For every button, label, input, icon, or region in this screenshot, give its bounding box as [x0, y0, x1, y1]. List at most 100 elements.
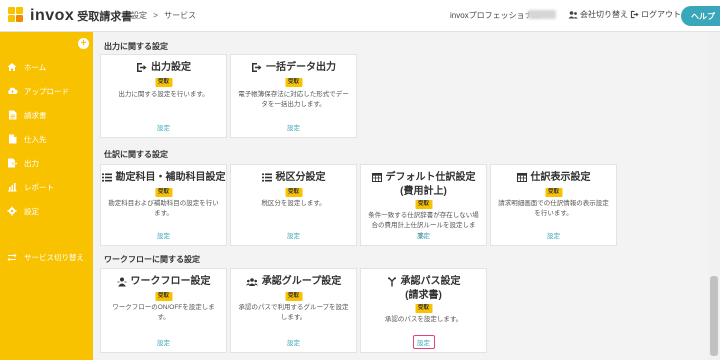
sidebar-item-label: 設定 [24, 206, 39, 216]
settings-link[interactable]: 設定 [231, 337, 356, 347]
card-title-text: 仕訳表示設定 [530, 172, 591, 183]
card-title: 税区分設定 [231, 171, 356, 184]
receive-badge: 受取 [414, 304, 433, 313]
sidebar-item-service-switch[interactable]: サービス切り替え [0, 248, 93, 266]
receive-badge: 受取 [284, 78, 303, 87]
card-title: 承認グループ設定 [231, 275, 356, 288]
card-title-text: 税区分設定 [275, 172, 326, 183]
export-icon [137, 63, 147, 72]
sidebar-item-suppliers[interactable]: 仕入先 [0, 130, 93, 148]
logout-icon [630, 10, 639, 19]
settings-link[interactable]: 設定 [101, 337, 226, 347]
sidebar-item-output[interactable]: 出力 [0, 154, 93, 172]
output-icon [6, 157, 18, 169]
sidebar-item-label: 請求書 [24, 110, 47, 120]
card-title-text: デフォルト仕訳設定 [385, 172, 476, 183]
receive-badge: 受取 [154, 188, 173, 197]
receive-badge: 受取 [544, 188, 563, 197]
card-title-text: 出力設定 [151, 62, 191, 73]
card-default-journal-settings: デフォルト仕訳設定 (費用計上) 受取 条件一致する仕訳辞書が存在しない場合の費… [360, 164, 487, 246]
gear-icon [6, 205, 18, 217]
section-title-journal: 仕訳に関する設定 [104, 150, 168, 159]
logout-label: ログアウト [641, 10, 681, 19]
supplier-icon [6, 133, 18, 145]
sidebar-item-settings[interactable]: 設定 [0, 202, 93, 220]
sidebar-item-invoices[interactable]: 請求書 [0, 106, 93, 124]
sidebar-item-label: 仕入先 [24, 134, 47, 144]
card-title-line2: (費用計上) [400, 186, 447, 197]
card-output-settings: 出力設定 受取 出力に関する設定を行います。 設定 [100, 54, 227, 138]
sidebar-item-reports[interactable]: レポート [0, 178, 93, 196]
settings-link[interactable]: 設定 [231, 122, 356, 132]
sidebar-item-home[interactable]: ホーム [0, 58, 93, 76]
card-approval-path-settings: 承認パス設定 (請求書) 受取 承認のパスを設定します。 設定 [360, 268, 487, 353]
receive-badge: 受取 [284, 188, 303, 197]
sidebar-item-label: 出力 [24, 158, 39, 168]
card-title-line2: (請求書) [405, 290, 442, 301]
switch-icon [6, 251, 18, 263]
sidebar: + ホーム アップロード 請求書 仕入先 出力 レポート 設定 サービス切り替え [0, 32, 93, 360]
card-description: 請求明細画面での仕訳情報の表示設定を行います。 [498, 200, 609, 217]
settings-link[interactable]: 設定 [101, 230, 226, 240]
sidebar-item-label: レポート [24, 182, 54, 192]
settings-link[interactable]: 設定 [491, 230, 616, 240]
sidebar-item-label: サービス切り替え [24, 252, 84, 262]
logo-mark-icon [8, 7, 26, 25]
card-title: 一括データ出力 [231, 61, 356, 74]
card-description: ワークフローのON/OFFを設定します。 [112, 304, 215, 321]
workflow-icon [117, 277, 126, 286]
card-title-text: 一括データ出力 [266, 62, 336, 73]
card-title-text: 勘定科目・補助科目設定 [115, 172, 226, 183]
receive-badge: 受取 [154, 78, 173, 87]
card-journal-display-settings: 仕訳表示設定 受取 請求明細画面での仕訳情報の表示設定を行います。 設定 [490, 164, 617, 246]
card-account-settings: 勘定科目・補助科目設定 受取 勘定科目および補助科目の設定を行います。 設定 [100, 164, 227, 246]
app-logo[interactable]: invox 受取請求書 [8, 6, 132, 26]
breadcrumb-settings[interactable]: 設定 [131, 11, 147, 20]
card-title: 勘定科目・補助科目設定 [101, 171, 226, 184]
main-content: 出力に関する設定 出力設定 受取 出力に関する設定を行います。 設定 一括データ… [93, 32, 720, 360]
cloud-upload-icon [6, 85, 18, 97]
logout-link[interactable]: ログアウト [630, 9, 681, 20]
settings-link-highlighted[interactable]: 設定 [412, 335, 435, 349]
sidebar-item-label: アップロード [24, 86, 69, 96]
card-title: ワークフロー設定 [101, 275, 226, 288]
users-icon [245, 277, 258, 286]
card-description: 出力に関する設定を行います。 [118, 91, 209, 98]
breadcrumb-service: サービス [164, 11, 197, 20]
sidebar-collapse-button[interactable]: + [78, 38, 89, 49]
settings-link[interactable]: 設定 [361, 230, 486, 240]
card-description: 税区分を設定します。 [261, 200, 326, 207]
export-icon [252, 63, 262, 72]
switch-company-link[interactable]: 会社切り替え [568, 9, 628, 20]
card-description: 電子帳簿保存法に対応した形式でデータを一括出力します。 [238, 91, 349, 108]
section-title-output: 出力に関する設定 [104, 42, 168, 51]
card-description: 勘定科目および補助科目の設定を行います。 [108, 200, 219, 217]
card-approval-group-settings: 承認グループ設定 受取 承認のパスで利用するグループを設定します。 設定 [230, 268, 357, 353]
document-icon [6, 109, 18, 121]
card-title-text: 承認グループ設定 [261, 276, 342, 287]
receive-badge: 受取 [154, 292, 173, 301]
scrollbar-thumb[interactable] [710, 276, 718, 356]
list-icon [101, 173, 112, 182]
breadcrumb: 設定 > サービス [131, 10, 200, 21]
table-icon [371, 173, 382, 182]
receive-badge: 受取 [414, 200, 433, 209]
settings-link[interactable]: 設定 [231, 230, 356, 240]
breadcrumb-separator: > [153, 11, 158, 20]
card-description: 承認のパスを設定します。 [384, 316, 463, 323]
receive-badge: 受取 [284, 292, 303, 301]
card-title-text: ワークフロー設定 [130, 276, 211, 287]
help-button[interactable]: ヘルプ [681, 6, 720, 26]
list-icon [261, 173, 272, 182]
card-bulk-data-output: 一括データ出力 受取 電子帳簿保存法に対応した形式でデータを一括出力します。 設… [230, 54, 357, 138]
section-title-workflow: ワークフローに関する設定 [104, 255, 200, 264]
card-title: 仕訳表示設定 [491, 171, 616, 184]
company-switch-icon [568, 10, 578, 18]
chart-icon [6, 181, 18, 193]
sidebar-item-upload[interactable]: アップロード [0, 82, 93, 100]
sidebar-item-label: ホーム [24, 62, 47, 72]
card-workflow-settings: ワークフロー設定 受取 ワークフローのON/OFFを設定します。 設定 [100, 268, 227, 353]
logo-subtitle: 受取請求書 [77, 11, 133, 23]
home-icon [6, 61, 18, 73]
settings-link[interactable]: 設定 [101, 122, 226, 132]
